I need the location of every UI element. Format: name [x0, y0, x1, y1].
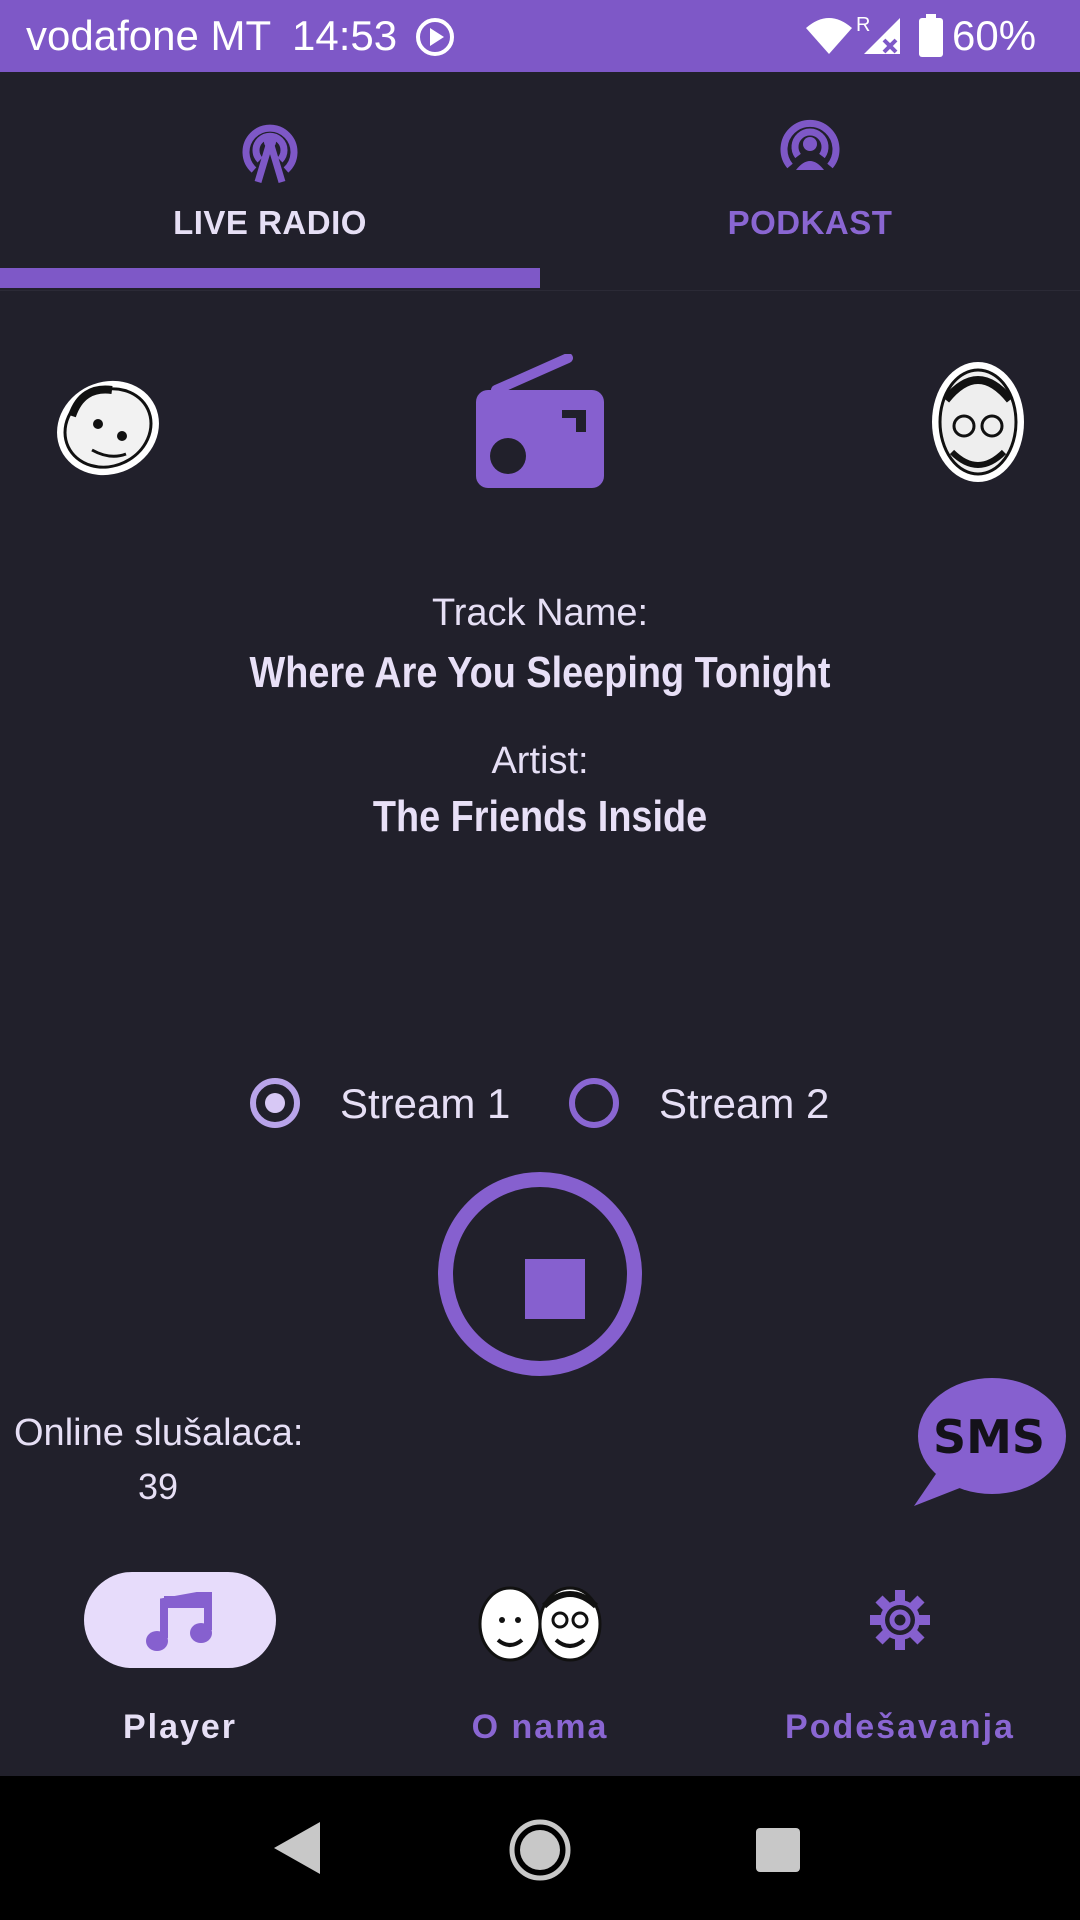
nav-podesavanja[interactable]: Podešavanja — [720, 1540, 1080, 1776]
artist-label: Artist: — [491, 740, 589, 782]
track-name-label: Track Name: — [431, 592, 649, 634]
stop-button[interactable] — [438, 1172, 642, 1376]
stream-2-label: Stream 2 — [659, 1080, 830, 1127]
artist-value: The Friends Inside — [372, 792, 708, 841]
carrier-name: vodafone MT — [26, 12, 272, 59]
system-navigation-bar — [0, 1776, 1080, 1920]
sms-button[interactable]: SMS — [912, 1376, 1066, 1510]
podcast-icon — [780, 119, 840, 170]
radio-tower-icon — [242, 124, 298, 184]
tab-podkast-label: PODKAST — [727, 204, 893, 241]
hosts-avatars-icon — [478, 1586, 602, 1662]
wifi-icon — [806, 18, 852, 54]
back-icon[interactable] — [272, 1820, 322, 1876]
radio-icon — [476, 354, 604, 488]
recents-icon[interactable] — [754, 1826, 802, 1874]
nav-player[interactable]: Player — [0, 1540, 360, 1776]
status-bar: vodafone MT 14:53 R 60% — [0, 0, 1080, 72]
stream-1-label: Stream 1 — [340, 1080, 511, 1127]
online-listeners-label: Online slušalaca: — [14, 1412, 304, 1454]
stop-icon — [525, 1259, 585, 1319]
online-listeners-count: 39 — [138, 1466, 179, 1507]
gear-icon — [870, 1590, 930, 1650]
host-face-sticker-left — [57, 380, 159, 476]
tab-live-radio-label: LIVE RADIO — [173, 204, 367, 241]
cell-signal-icon — [864, 18, 900, 54]
host-face-sticker-right — [932, 362, 1024, 482]
home-icon[interactable] — [508, 1818, 572, 1882]
battery-icon — [919, 14, 943, 57]
nav-player-label: Player — [122, 1708, 238, 1746]
track-name-value: Where Are You Sleeping Tonight — [249, 648, 831, 697]
top-tab-bar: LIVE RADIO PODKAST — [0, 72, 1080, 291]
sms-label: SMS — [932, 1410, 1046, 1464]
stream-2-radio[interactable]: Stream 2 — [569, 1074, 839, 1140]
radio-unselected-icon — [569, 1078, 619, 1128]
stream-1-radio[interactable]: Stream 1 — [250, 1074, 520, 1140]
battery-percent: 60% — [952, 12, 1037, 59]
radio-selected-icon — [250, 1078, 300, 1128]
nav-o-nama-label: O nama — [471, 1708, 609, 1746]
music-note-icon — [146, 1592, 212, 1651]
tab-live-radio[interactable]: LIVE RADIO — [0, 72, 540, 290]
tab-podkast[interactable]: PODKAST — [540, 72, 1080, 290]
clock: 14:53 — [292, 12, 398, 59]
bottom-navigation: Player O nama Podešavanja — [0, 1540, 1080, 1776]
nav-podesavanja-label: Podešavanja — [785, 1708, 1015, 1746]
nav-o-nama[interactable]: O nama — [360, 1540, 720, 1776]
selected-tab-indicator — [0, 268, 540, 288]
media-playing-icon — [416, 18, 454, 56]
